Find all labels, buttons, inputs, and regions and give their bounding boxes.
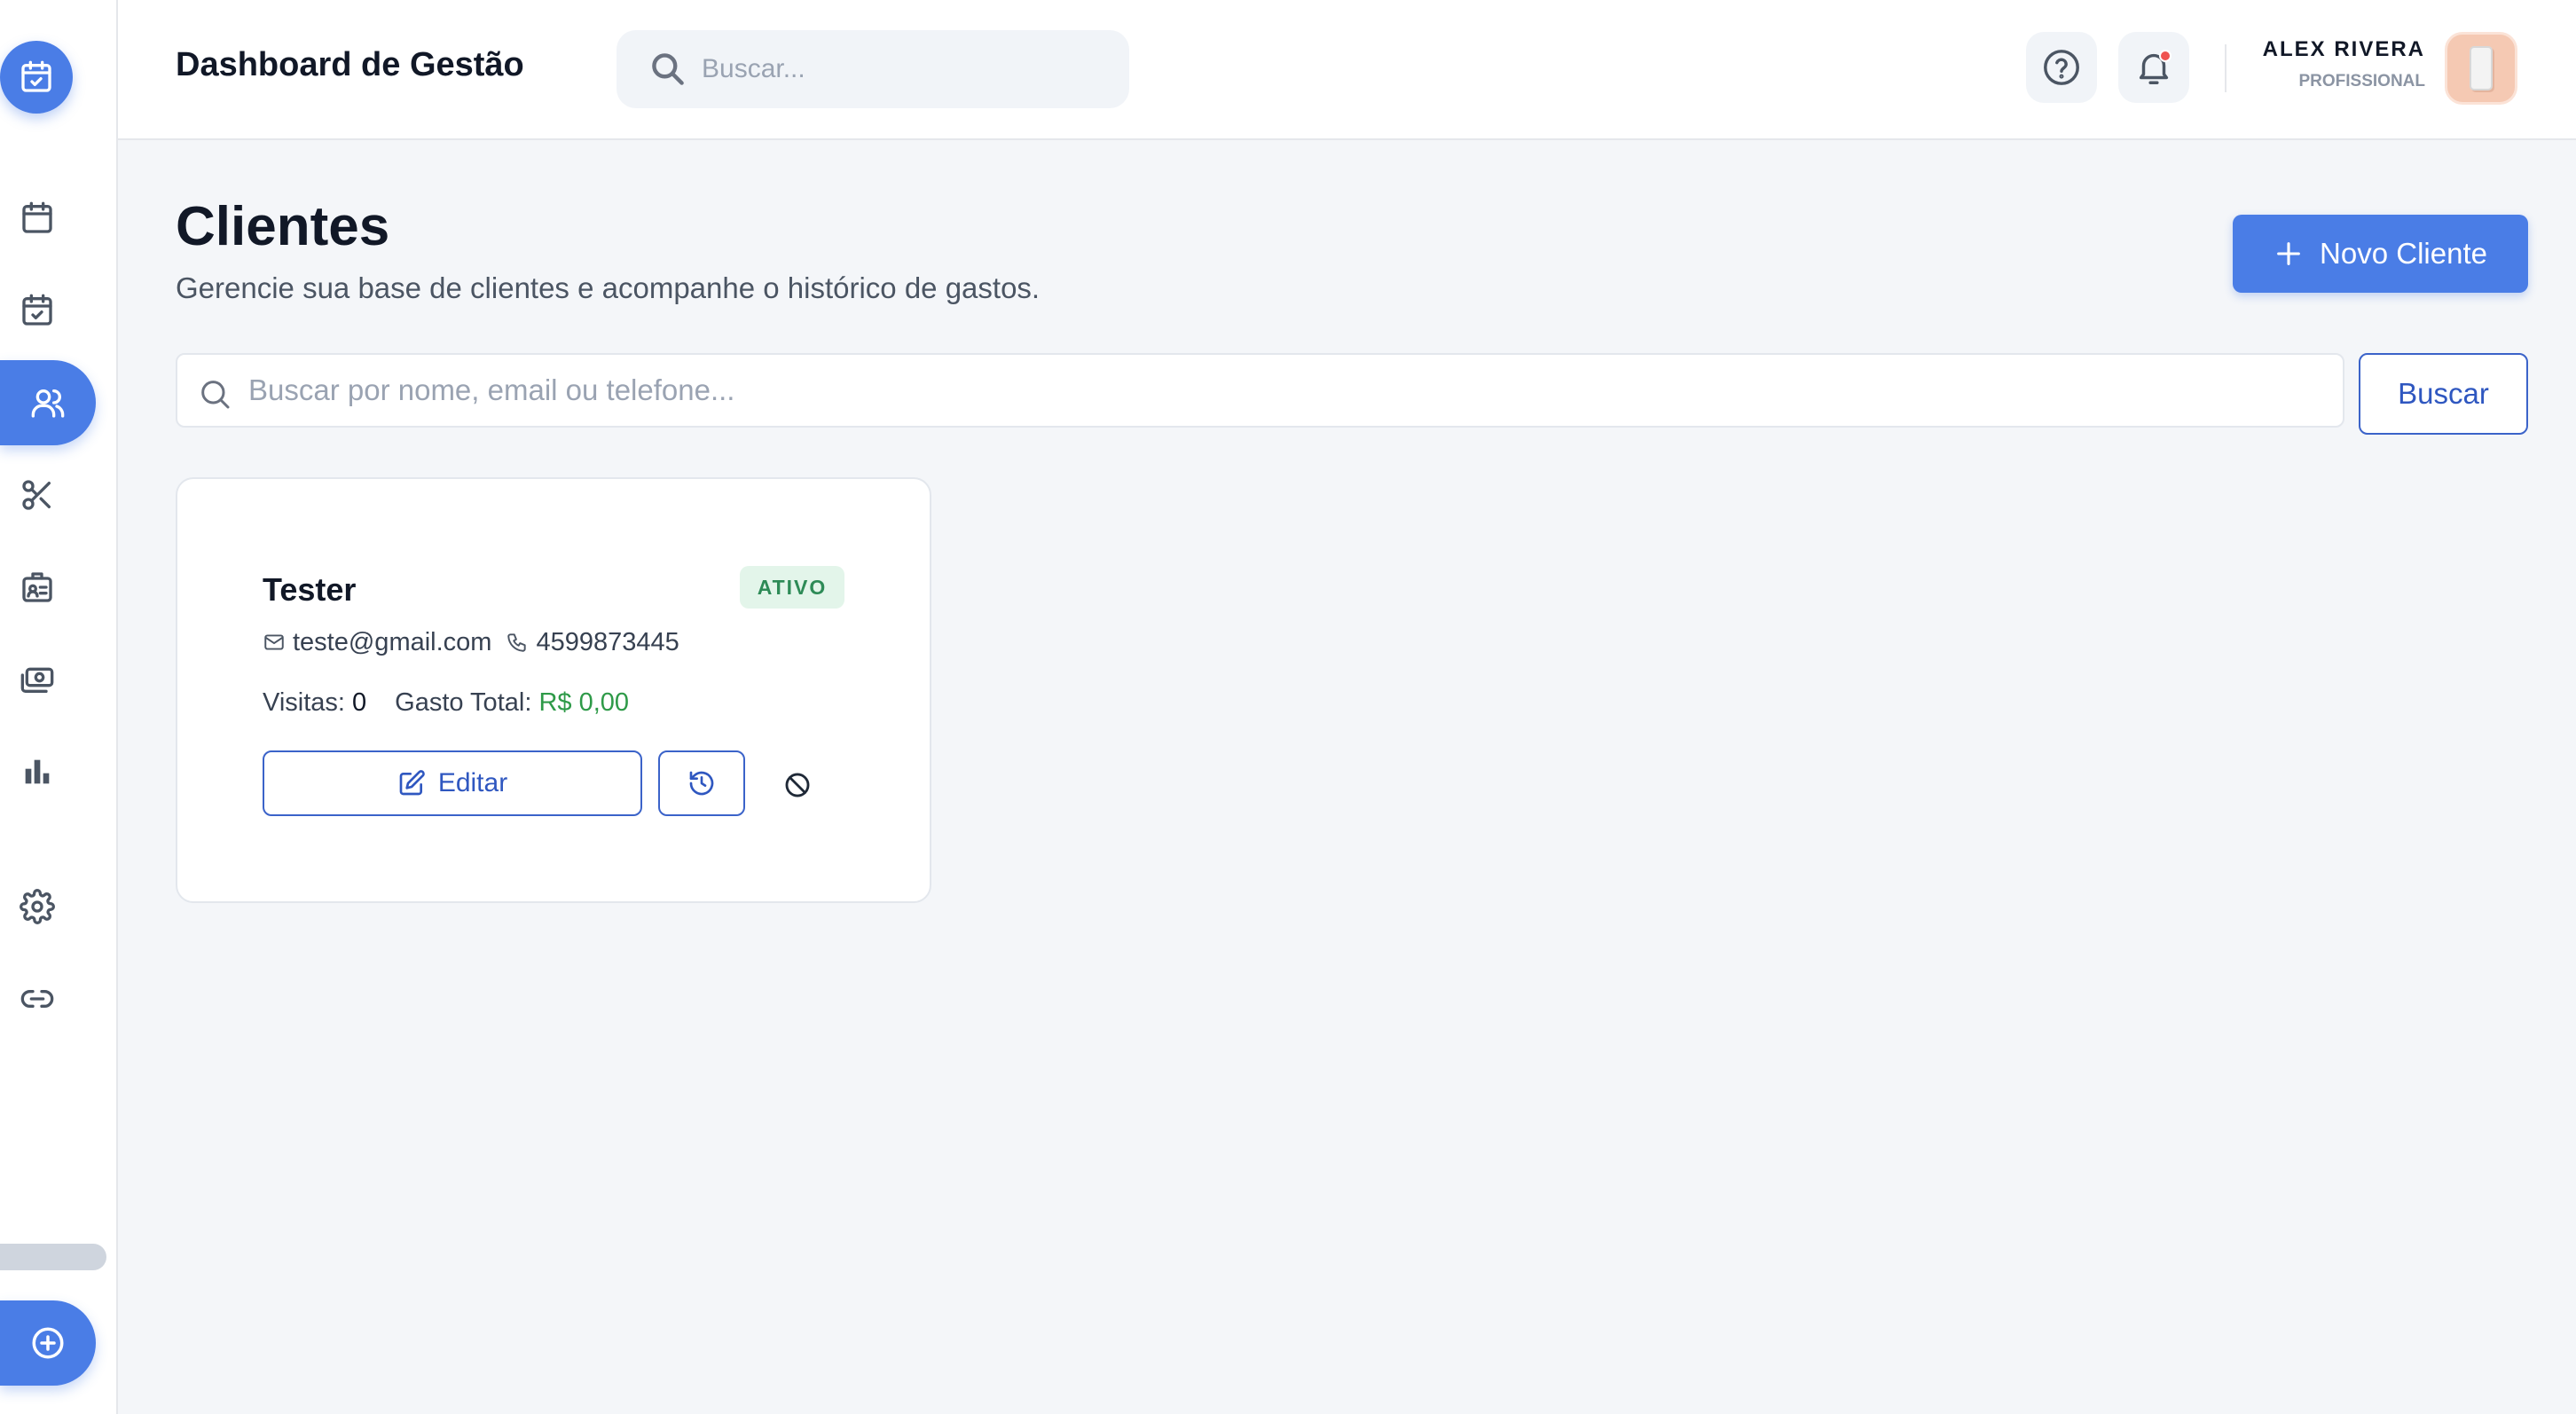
app-title: Dashboard de Gestão [176,46,524,83]
search-button[interactable]: Buscar [2359,353,2528,435]
header-divider [2225,44,2227,92]
id-badge-icon [22,572,52,602]
link-icon [20,990,54,1008]
spent-stat: Gasto Total: R$ 0,00 [395,688,629,718]
top-header: Dashboard de Gestão ALEX RIVERA PROFISSI… [118,0,2576,140]
page-subtitle: Gerencie sua base de clientes e acompanh… [176,271,1041,304]
spent-value: R$ 0,00 [538,688,630,717]
notifications-button[interactable] [2118,32,2189,103]
client-contact: teste@gmail.com 4599873445 [263,625,679,660]
new-client-label: Novo Cliente [2320,237,2487,270]
edit-icon [399,770,425,796]
history-icon [689,771,714,796]
global-search-input[interactable] [702,30,1110,108]
mail-icon [264,634,284,650]
sidebar-item-reports[interactable] [0,734,75,809]
gear-icon [20,889,55,924]
users-icon [31,389,65,418]
calendar-icon [22,201,52,233]
client-search-input[interactable] [248,355,2324,426]
client-card: Tester ATIVO teste@gmail.com 4599873445 … [176,477,931,903]
sidebar-item-calendar[interactable] [0,181,75,255]
client-name: Tester [263,571,357,608]
client-email: teste@gmail.com [293,627,492,656]
client-search[interactable] [176,353,2344,428]
edit-client-label: Editar [437,768,508,797]
notification-dot [2159,50,2172,62]
spent-label: Gasto Total: [395,688,532,717]
scissors-icon [22,480,51,510]
search-icon [201,381,230,409]
sidebar-add-button[interactable] [0,1300,96,1386]
sidebar-item-appointments[interactable] [0,273,75,348]
visits-label: Visitas: [263,688,345,717]
page-title: Clientes [176,196,390,257]
edit-client-button[interactable]: Editar [263,750,642,816]
help-circle-icon [2044,50,2079,85]
sidebar-item-settings[interactable] [0,869,75,944]
app-logo[interactable] [0,41,73,114]
search-icon [652,53,684,85]
bar-chart-icon [25,759,50,784]
visits-value: 0 [352,688,367,717]
user-role: PROFISSIONAL [2298,72,2425,90]
phone-icon [507,633,527,652]
sidebar-scrollbar[interactable] [0,1244,106,1270]
money-icon [20,667,54,693]
sidebar [0,0,118,1414]
client-history-button[interactable] [658,750,745,816]
ban-icon [785,773,810,797]
deactivate-client-button[interactable] [774,761,821,809]
new-client-button[interactable]: Novo Cliente [2233,215,2528,293]
calendar-check-icon [22,294,52,326]
sidebar-item-links[interactable] [0,962,75,1036]
plus-circle-icon [32,1327,64,1359]
user-name: ALEX RIVERA [2262,37,2425,61]
global-search[interactable] [617,30,1129,108]
avatar-image [2470,46,2493,90]
app-root: Dashboard de Gestão ALEX RIVERA PROFISSI… [0,0,2576,1414]
help-button[interactable] [2026,32,2097,103]
avatar[interactable] [2445,32,2517,105]
sidebar-item-services[interactable] [0,458,75,532]
visits-stat: Visitas: 0 [263,688,366,718]
client-phone: 4599873445 [536,627,679,656]
sidebar-item-finance[interactable] [0,642,75,717]
sidebar-item-clients[interactable] [0,360,96,445]
plus-icon [2277,242,2300,265]
sidebar-item-professionals[interactable] [0,550,75,625]
client-stats: Visitas: 0 Gasto Total: R$ 0,00 [263,688,629,718]
status-badge: ATIVO [740,566,844,609]
calendar-check-icon [21,60,51,92]
